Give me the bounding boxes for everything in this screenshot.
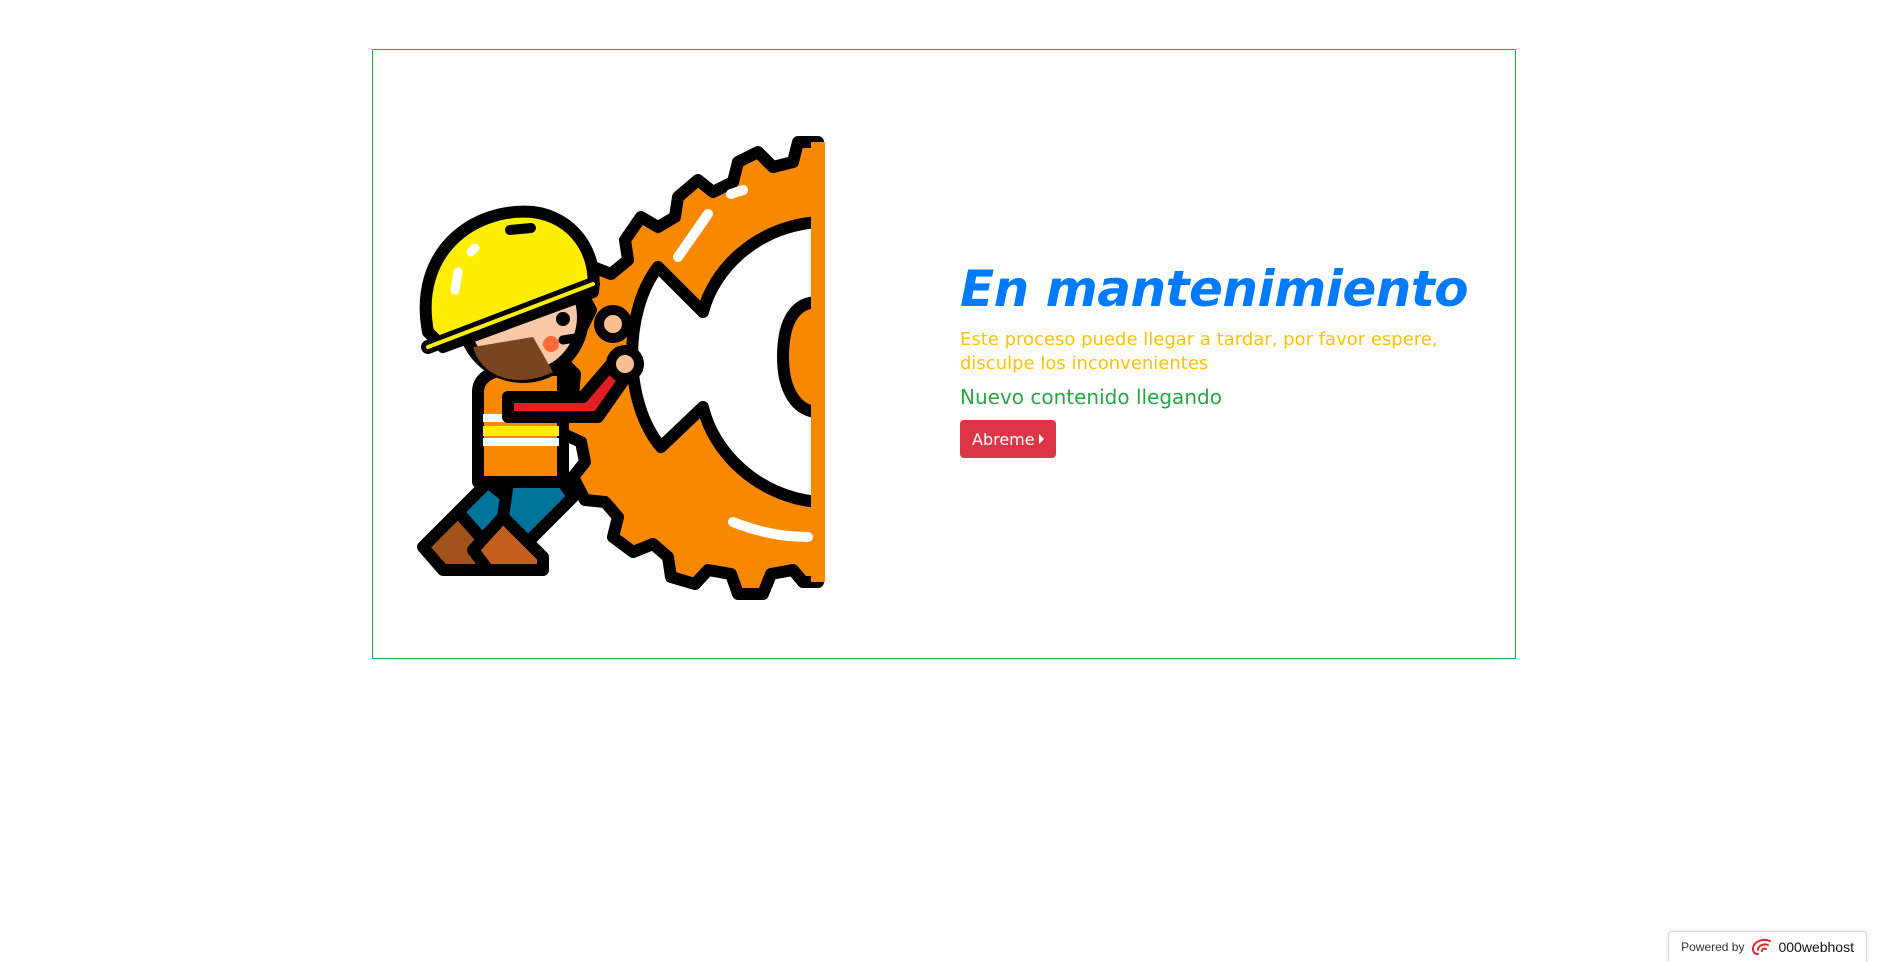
host-name: 000webhost [1778, 939, 1854, 955]
caret-right-icon [1038, 434, 1044, 444]
powered-by-badge[interactable]: Powered by 000webhost [1668, 931, 1867, 962]
maintenance-message: Este proceso puede llegar a tardar, por … [960, 329, 1438, 374]
worker-figure [417, 205, 644, 576]
maintenance-card: En mantenimiento Este proceso puede lleg… [372, 49, 1516, 659]
open-button[interactable]: Abreme [960, 420, 1056, 458]
powered-by-label: Powered by [1681, 940, 1745, 954]
maintenance-text: En mantenimiento Este proceso puede lleg… [960, 258, 1480, 458]
worker-gear-illustration [417, 136, 825, 600]
000webhost-logo-icon [1752, 939, 1772, 955]
status-message: Nuevo contenido llegando [960, 385, 1222, 409]
open-button-label: Abreme [972, 429, 1035, 449]
page-title: En mantenimiento [960, 260, 1469, 318]
gear-icon [552, 136, 825, 600]
